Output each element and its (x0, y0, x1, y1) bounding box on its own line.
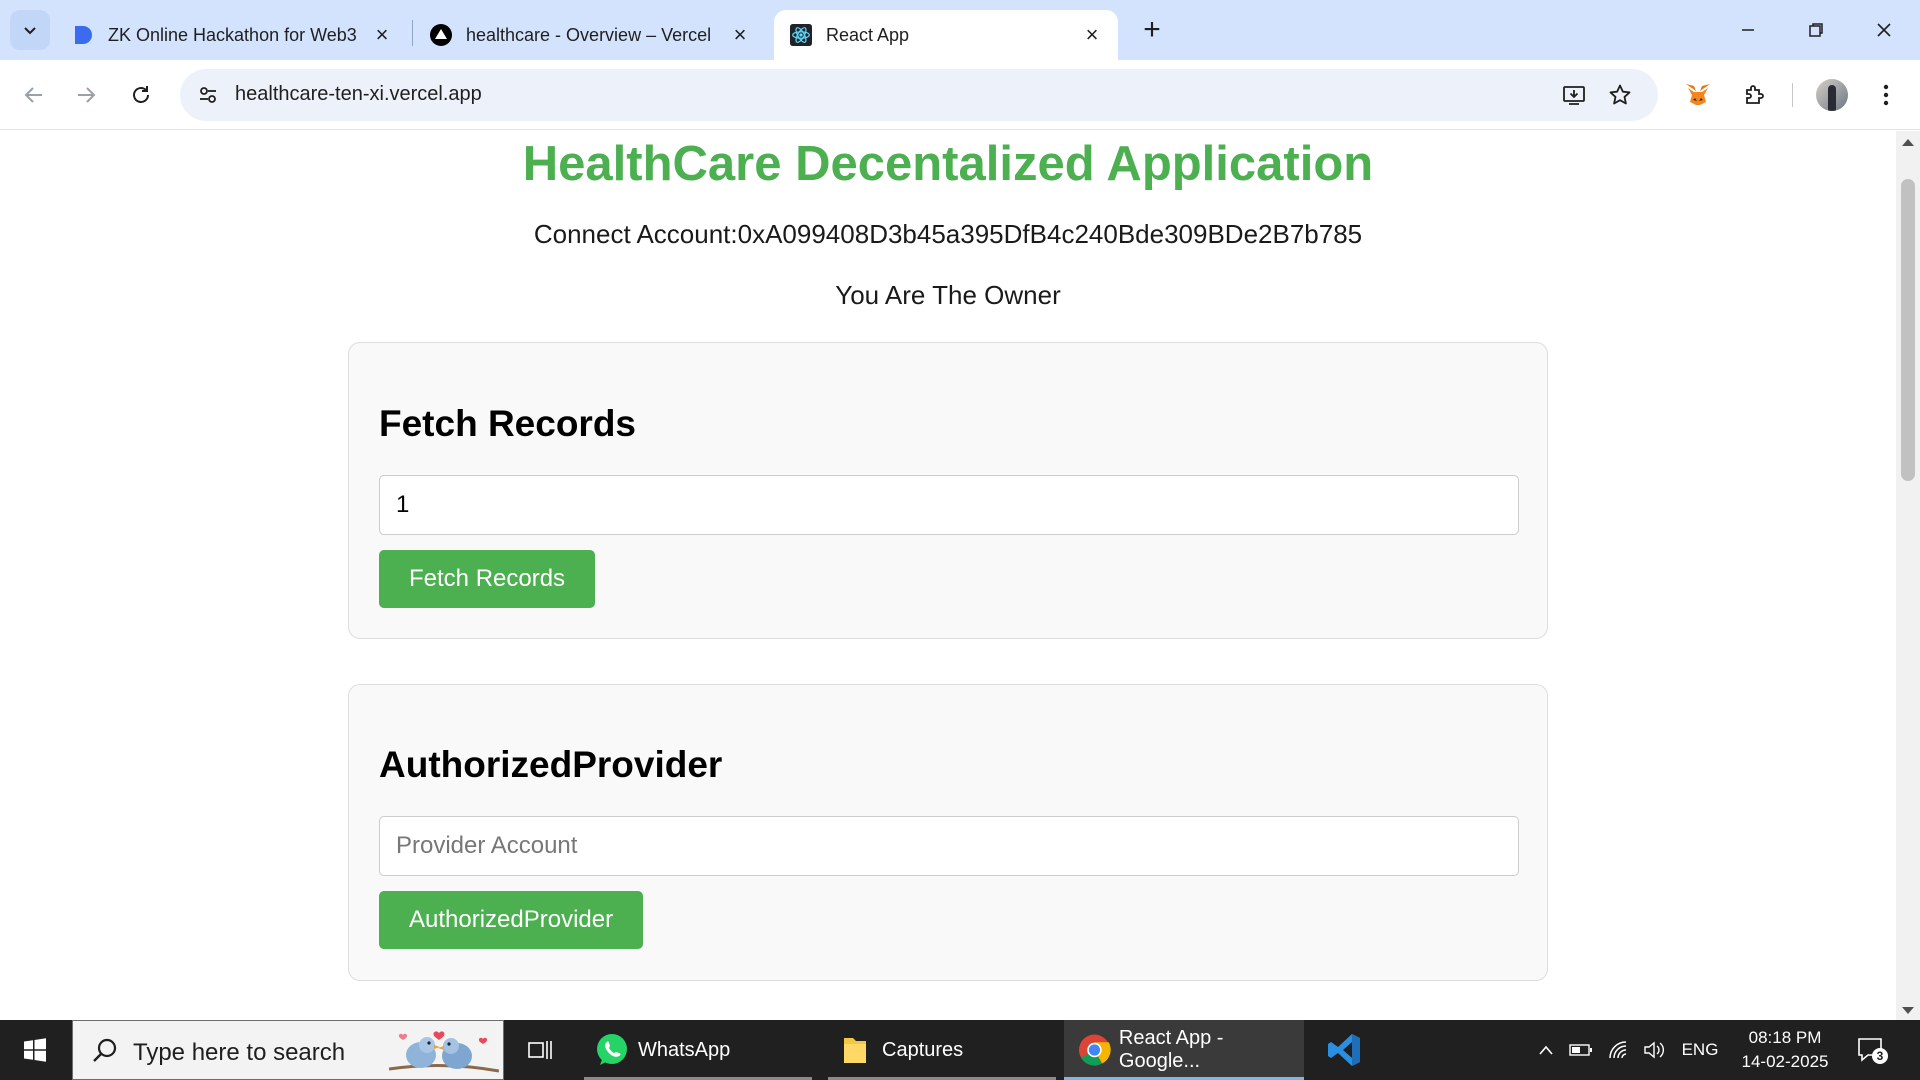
taskbar-app-vscode[interactable] (1318, 1020, 1370, 1080)
install-icon (1563, 86, 1585, 105)
volume-indicator[interactable] (1640, 1020, 1670, 1080)
close-icon[interactable]: × (370, 22, 394, 47)
task-view-button[interactable] (516, 1020, 564, 1080)
extensions-button[interactable] (1736, 77, 1772, 113)
reload-icon (133, 86, 149, 103)
arrow-right-icon (78, 87, 96, 103)
notification-center-button[interactable]: 3 (1856, 1034, 1888, 1066)
tab-react-app[interactable]: React App × (774, 10, 1118, 60)
browser-menu-button[interactable] (1868, 77, 1904, 113)
language-indicator[interactable]: ENG (1680, 1020, 1720, 1080)
tab-separator (412, 20, 413, 46)
taskbar-search[interactable]: Type here to search (72, 1020, 504, 1080)
fetch-records-button[interactable]: Fetch Records (379, 550, 596, 608)
minimize-icon (1742, 29, 1754, 31)
clock-time: 08:18 PM (1748, 1028, 1822, 1047)
tune-icon (200, 87, 216, 103)
taskbar-app-whatsapp[interactable]: WhatsApp (584, 1020, 812, 1080)
folder-icon (844, 1038, 866, 1063)
page-title: HealthCare Decentalized Application (522, 137, 1374, 191)
whatsapp-icon (597, 1034, 627, 1065)
tab-title: React App (826, 24, 910, 45)
forward-button[interactable] (64, 73, 108, 117)
scroll-down-arrow-icon[interactable] (1902, 1007, 1914, 1014)
puzzle-icon (1746, 85, 1764, 104)
clock-date: 14-02-2025 (1741, 1052, 1829, 1071)
taskbar: Type here to search WhatsApp Captures Re… (0, 1020, 1920, 1080)
taskbar-app-captures[interactable]: Captures (828, 1020, 1056, 1080)
network-indicator[interactable] (1602, 1020, 1634, 1080)
vercel-icon (430, 24, 452, 46)
scrollbar-thumb[interactable] (1901, 179, 1915, 481)
close-icon[interactable]: × (728, 22, 752, 47)
page-viewport: HealthCare Decentalized Application Conn… (0, 131, 1896, 1020)
tab-title: healthcare - Overview – Vercel (466, 24, 712, 45)
chevron-down-icon (24, 27, 36, 35)
wifi-icon (1609, 1041, 1627, 1059)
battery-indicator[interactable] (1566, 1020, 1596, 1080)
search-highlight-birds-icon (389, 1031, 499, 1073)
fetch-records-heading: Fetch Records (379, 403, 637, 444)
connected-account: Connect Account:0xA099408D3b45a395DfB4c2… (533, 219, 1363, 249)
notification-badge: 3 (1872, 1048, 1888, 1064)
taskbar-app-chrome[interactable]: React App - Google... (1064, 1020, 1304, 1080)
battery-icon (1569, 1044, 1592, 1056)
install-app-button[interactable] (1558, 79, 1590, 111)
authorized-provider-heading: AuthorizedProvider (379, 744, 723, 785)
provider-account-input[interactable] (379, 816, 1519, 876)
taskbar-app-label: WhatsApp (638, 1038, 731, 1061)
browser-tab-bar: ZK Online Hackathon for Web3 × healthcar… (0, 0, 1920, 60)
bookmark-button[interactable] (1604, 79, 1636, 111)
close-window-button[interactable] (1850, 0, 1918, 60)
search-placeholder: Type here to search (133, 1039, 346, 1066)
back-button[interactable] (12, 73, 56, 117)
restore-button[interactable] (1782, 0, 1850, 60)
vscode-icon (1328, 1034, 1360, 1066)
restore-icon (1809, 23, 1823, 37)
tab-search-button[interactable] (10, 10, 50, 50)
tab-zk-hackathon[interactable]: ZK Online Hackathon for Web3 × (56, 10, 408, 60)
authorize-provider-button[interactable]: AuthorizedProvider (379, 891, 644, 949)
arrow-left-icon (24, 87, 42, 103)
tab-title: ZK Online Hackathon for Web3 (108, 24, 356, 45)
browser-toolbar: healthcare-ten-xi.vercel.app (0, 60, 1920, 130)
search-icon (93, 1038, 117, 1062)
minimize-button[interactable] (1714, 0, 1782, 60)
profile-avatar[interactable] (1816, 79, 1848, 111)
star-icon (1609, 84, 1631, 105)
reload-button[interactable] (119, 73, 163, 117)
metamask-icon (1686, 84, 1710, 105)
authorized-provider-card: AuthorizedProvider AuthorizedProvider (348, 684, 1548, 981)
page-scrollbar[interactable] (1896, 131, 1920, 1020)
more-vert-icon (1883, 84, 1889, 106)
zk-hackathon-icon (72, 24, 94, 46)
taskbar-clock[interactable]: 08:18 PM 14-02-2025 (1730, 1026, 1840, 1074)
url-text[interactable]: healthcare-ten-xi.vercel.app (235, 83, 482, 106)
close-icon[interactable]: × (1080, 22, 1104, 47)
site-info-button[interactable] (190, 77, 226, 113)
owner-status: You Are The Owner (835, 280, 1061, 310)
toolbar-divider (1792, 83, 1793, 107)
scroll-up-arrow-icon[interactable] (1902, 139, 1914, 146)
address-bar[interactable]: healthcare-ten-xi.vercel.app (180, 69, 1658, 121)
chevron-up-icon (1539, 1045, 1553, 1055)
speaker-icon (1644, 1041, 1664, 1059)
new-tab-button[interactable]: + (1134, 12, 1170, 48)
patient-id-input[interactable] (379, 475, 1519, 535)
fetch-records-card: Fetch Records Fetch Records (348, 342, 1548, 639)
windows-icon (24, 1038, 46, 1062)
show-hidden-icons-button[interactable] (1532, 1020, 1560, 1080)
taskbar-app-label: React App - Google... (1118, 1027, 1224, 1072)
react-icon (790, 24, 812, 46)
taskbar-app-label: Captures (882, 1038, 964, 1061)
start-button[interactable] (0, 1020, 70, 1080)
task-view-icon (528, 1041, 552, 1059)
metamask-extension-button[interactable] (1680, 77, 1716, 113)
chrome-icon (1078, 1034, 1111, 1066)
close-icon (1877, 23, 1891, 37)
tab-vercel[interactable]: healthcare - Overview – Vercel × (414, 10, 766, 60)
